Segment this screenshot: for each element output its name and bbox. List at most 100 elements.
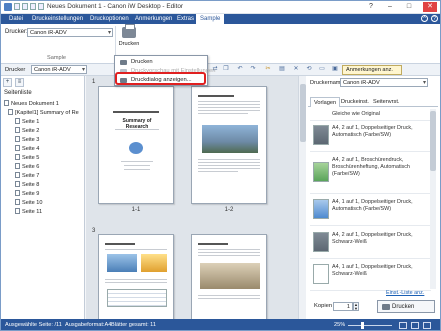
tab-anmerkungen[interactable]: Anmerkungen (131, 14, 176, 24)
document-view[interactable]: 1 Summary of Research 1-1 1-2 3 (86, 76, 306, 319)
settings-tabs: Vorlagen Druckeinst. Seitenvrst. (308, 96, 438, 107)
tree-label: Seite 8 (22, 182, 40, 188)
app-window: Neues Dokument 1 - Canon iW Desktop - Ed… (0, 0, 441, 331)
paste-icon[interactable]: ▤ (278, 66, 286, 73)
tree-page[interactable]: Seite 8 (1, 181, 85, 189)
page-icon (15, 145, 20, 151)
tree-label: Seite 11 (22, 209, 43, 215)
page-icon (15, 208, 20, 214)
page-thumbnail-1-2[interactable] (191, 86, 267, 204)
tab-druckeinstellungen[interactable]: Druckeinstellungen (28, 14, 87, 24)
insert-page-icon[interactable]: ▭ (318, 66, 326, 73)
preset-item[interactable]: A4, 1 auf 1, Doppelseitiger Druck, Schwa… (310, 261, 431, 291)
page-thumbnail-3-2[interactable] (191, 234, 267, 319)
undo-icon[interactable] (22, 3, 28, 10)
scroll-thumb[interactable] (430, 111, 436, 171)
tab-vorlagen[interactable]: Vorlagen (310, 97, 341, 107)
title-bar: Neues Dokument 1 - Canon iW Desktop - Ed… (1, 1, 440, 14)
copies-stepper[interactable]: ▲ ▼ (353, 302, 359, 311)
page-thumbnail-1-1[interactable]: Summary of Research (98, 86, 174, 204)
tree-label: Seite 4 (22, 146, 40, 152)
print-button-label: Drucken (392, 304, 415, 310)
preset-scrollbar[interactable] (430, 109, 436, 289)
preset-item[interactable]: Gleiche wie Original (310, 109, 431, 121)
preset-item[interactable]: A4, 2 auf 1, Doppelseitiger Druck, Schwa… (310, 229, 431, 259)
redo-icon[interactable] (30, 3, 36, 10)
zoom-slider-knob[interactable] (361, 322, 364, 329)
tab-druckoptionen[interactable]: Druckoptionen (86, 14, 133, 24)
tree-page[interactable]: Seite 10 (1, 199, 85, 207)
properties-icon[interactable]: ≡ (15, 78, 24, 87)
zoom-slider[interactable] (348, 325, 392, 326)
close-button[interactable]: ✕ (423, 2, 437, 12)
page-icon (15, 154, 20, 160)
tree-page[interactable]: Seite 11 (1, 208, 85, 216)
page-icon (15, 181, 20, 187)
tree-page[interactable]: Seite 3 (1, 136, 85, 144)
printer-icon (122, 24, 136, 38)
save-icon[interactable] (14, 3, 20, 10)
printer-name-select[interactable]: Canon iR-ADV (340, 78, 428, 87)
copy-icon[interactable]: ❐ (222, 66, 230, 73)
copies-label: Kopien (314, 303, 333, 309)
undo-icon[interactable]: ↶ (236, 66, 244, 73)
single-page-view-icon[interactable] (399, 322, 407, 329)
status-bar: Ausgewählte Seite: /11 Ausgabeformat:A4 … (1, 319, 440, 330)
page-heading (113, 111, 159, 113)
add-chapter-icon[interactable]: + (3, 78, 12, 87)
photo-image (202, 125, 258, 153)
tab-sample[interactable]: Sample (196, 14, 225, 24)
preset-label: A4, 2 auf 1, Doppelseitiger Druck, Schwa… (332, 232, 413, 245)
tree-document[interactable]: Neues Dokument 1 (1, 100, 85, 108)
toolbar: Drucker Canon iR-ADV ⇄ ❐ ↶ ↷ ✂ ▤ ✕ ⟲ ▭ ▣… (1, 64, 440, 76)
menu-item-print[interactable]: Drucken (117, 58, 205, 67)
ribbon-panel: Drucker: Canon iR-ADV Sample Drucken (1, 24, 440, 64)
sticky-note-icon[interactable]: ▣ (331, 66, 339, 73)
preset-item[interactable]: A4, 1 auf 1, Doppelseitiger Druck, Autom… (310, 196, 431, 226)
tree-label: Seite 10 (22, 200, 43, 206)
document-scrollbar[interactable] (298, 76, 306, 319)
preset-label: A4, 1 auf 1, Doppelseitiger Druck, Schwa… (332, 264, 413, 277)
redo-icon[interactable]: ↷ (249, 66, 257, 73)
toolbar-printer-select[interactable]: Canon iR-ADV (31, 65, 87, 74)
help-button[interactable]: ? (364, 2, 378, 12)
tree-page[interactable]: Seite 5 (1, 154, 85, 162)
minimize-ribbon-icon[interactable]: ^ (421, 15, 428, 22)
tree-page[interactable]: Seite 7 (1, 172, 85, 180)
tab-seitenvrst[interactable]: Seitenvrst. (370, 97, 402, 107)
chart-image (141, 254, 167, 272)
maximize-button[interactable]: □ (402, 2, 416, 12)
ribbon-print-button[interactable]: Drucken (117, 24, 141, 55)
two-page-view-icon[interactable] (411, 322, 419, 329)
print-button[interactable]: Drucken (377, 300, 435, 313)
page-thumbnail-3-1[interactable] (98, 234, 174, 319)
show-annotations-toggle[interactable]: Anmerkungen anz. (342, 65, 402, 75)
tree-page[interactable]: Seite 9 (1, 190, 85, 198)
print-icon[interactable] (38, 3, 44, 10)
show-settings-list-link[interactable]: Einst.-Liste anz. (386, 290, 424, 296)
sheet-number: 1 (92, 79, 96, 85)
tree-page[interactable]: Seite 4 (1, 145, 85, 153)
preset-item[interactable]: A4, 2 auf 1, Doppelseitiger Druck, Autom… (310, 122, 431, 152)
info-icon[interactable]: ? (431, 15, 438, 22)
tree-label: [Kapitel1] Summary of Re (15, 110, 79, 116)
minimize-button[interactable]: – (383, 2, 397, 12)
tab-druckeinst[interactable]: Druckeinst. (338, 97, 372, 107)
tab-extras[interactable]: Extras (173, 14, 198, 24)
tab-datei[interactable]: Datei (5, 14, 27, 24)
cut-icon[interactable]: ✂ (264, 66, 272, 73)
highlight-frame (115, 72, 206, 85)
ribbon-print-label: Drucken (118, 41, 140, 47)
preset-item[interactable]: A4, 2 auf 1, Broschürendruck, Broschüren… (310, 154, 431, 194)
tree-page[interactable]: Seite 2 (1, 127, 85, 135)
rotate-icon[interactable]: ⟲ (305, 66, 313, 73)
page-list-tools: + ≡ (3, 78, 24, 87)
ribbon-printer-select[interactable]: Canon iR-ADV (27, 28, 113, 37)
tree-page[interactable]: Seite 1 (1, 118, 85, 126)
delete-icon[interactable]: ✕ (292, 66, 300, 73)
tree-chapter[interactable]: [Kapitel1] Summary of Re (1, 109, 85, 117)
fit-view-icon[interactable] (423, 322, 431, 329)
printer-icon (120, 60, 127, 65)
copies-input[interactable]: 1 (333, 302, 353, 311)
tree-page[interactable]: Seite 6 (1, 163, 85, 171)
